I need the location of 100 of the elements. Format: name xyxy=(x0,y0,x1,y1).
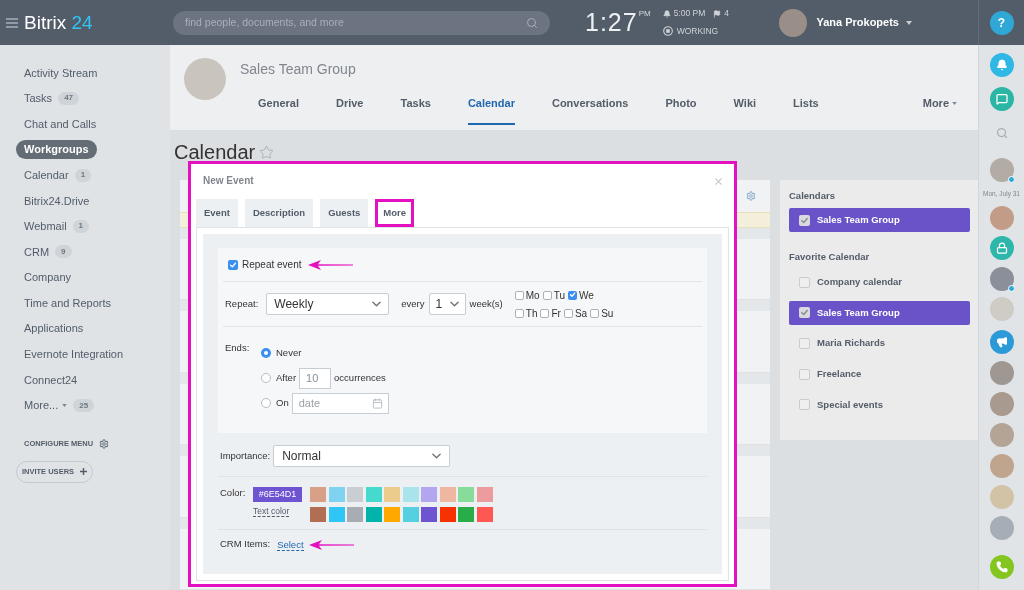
flag-icon[interactable] xyxy=(713,9,722,18)
checkbox[interactable] xyxy=(799,368,810,380)
checkbox[interactable] xyxy=(568,290,577,300)
color-swatch-icon[interactable] xyxy=(476,487,493,502)
checkbox[interactable] xyxy=(540,308,550,318)
bell-icon[interactable] xyxy=(989,53,1014,77)
avatar[interactable] xyxy=(989,423,1014,447)
search-icon[interactable] xyxy=(995,127,1008,139)
avatar[interactable] xyxy=(989,361,1014,385)
occurrences-input[interactable]: 10 xyxy=(299,367,332,389)
search-icon[interactable] xyxy=(526,16,538,29)
checkbox[interactable] xyxy=(799,337,810,349)
color-swatch-icon[interactable] xyxy=(365,487,382,502)
color-swatch-icon[interactable] xyxy=(347,507,363,522)
calendar-item[interactable]: Freelance xyxy=(789,362,970,387)
sidebar-item[interactable]: Webmail xyxy=(16,216,75,236)
sidebar-item[interactable]: Tasks xyxy=(16,88,61,108)
radio-button[interactable] xyxy=(261,398,271,408)
color-swatch-icon[interactable] xyxy=(458,507,474,522)
radio-button[interactable] xyxy=(261,373,271,383)
group-tab[interactable]: More xyxy=(922,95,957,125)
megaphone-icon[interactable] xyxy=(989,330,1014,354)
interval-select[interactable]: 1 xyxy=(428,293,466,315)
chat-icon[interactable] xyxy=(989,87,1014,111)
sidebar-item[interactable]: Evernote Integration xyxy=(16,344,132,364)
menu-icon[interactable] xyxy=(6,17,18,28)
sidebar-item[interactable]: Workgroups xyxy=(16,140,97,160)
checkbox[interactable] xyxy=(542,290,552,300)
settings-icon[interactable] xyxy=(99,438,110,449)
settings-icon[interactable] xyxy=(746,191,756,201)
avatar[interactable] xyxy=(989,158,1014,182)
color-swatch-icon[interactable] xyxy=(384,507,400,522)
group-tab[interactable]: Calendar xyxy=(467,95,515,125)
frequency-select[interactable]: Weekly xyxy=(266,293,390,315)
checkbox[interactable] xyxy=(590,308,600,318)
user-avatar[interactable] xyxy=(779,8,808,37)
color-swatch-icon[interactable] xyxy=(421,487,437,502)
calendar-icon[interactable] xyxy=(371,397,383,409)
sidebar-item[interactable]: Connect24 xyxy=(16,370,86,390)
calendar-item[interactable]: Maria Richards xyxy=(789,331,970,356)
caret-icon[interactable] xyxy=(62,404,68,407)
avatar[interactable] xyxy=(989,454,1014,478)
text-color-link[interactable]: Text color xyxy=(253,506,290,517)
caret-icon[interactable] xyxy=(952,102,957,105)
color-swatch-icon[interactable] xyxy=(476,507,493,522)
sidebar-item[interactable]: Calendar xyxy=(16,165,77,185)
sidebar-item[interactable]: Activity Stream xyxy=(16,63,106,83)
importance-select[interactable]: Normal xyxy=(273,445,451,467)
calendar-item[interactable]: Special events xyxy=(789,392,970,417)
sidebar-item[interactable]: Bitrix24.Drive xyxy=(16,191,98,211)
calendar-item[interactable]: Company calendar xyxy=(789,270,970,294)
color-swatch-icon[interactable] xyxy=(365,507,382,522)
sidebar-item[interactable]: Time and Reports xyxy=(16,293,120,313)
radio-button[interactable] xyxy=(261,348,271,358)
caret-icon[interactable] xyxy=(906,20,912,25)
work-status-icon[interactable] xyxy=(662,26,673,37)
color-swatch-icon[interactable] xyxy=(402,487,419,502)
select-link[interactable]: Select xyxy=(277,538,304,551)
group-tab[interactable]: Conversations xyxy=(551,95,629,125)
checkbox[interactable] xyxy=(514,308,524,318)
work-status[interactable]: WORKING xyxy=(676,25,719,38)
checkbox[interactable] xyxy=(228,259,238,270)
dialog-tab[interactable]: Description xyxy=(244,199,314,227)
avatar[interactable] xyxy=(989,516,1014,540)
group-tab[interactable]: Lists xyxy=(793,95,819,125)
checkbox[interactable] xyxy=(514,290,524,300)
lock-icon[interactable] xyxy=(989,236,1014,260)
color-swatch-icon[interactable] xyxy=(384,487,400,502)
avatar[interactable] xyxy=(989,485,1014,509)
sidebar-item[interactable]: Chat and Calls xyxy=(16,114,105,134)
sidebar-item[interactable]: Company xyxy=(16,268,80,288)
bell-icon[interactable] xyxy=(662,9,671,18)
close-icon[interactable] xyxy=(715,177,722,185)
color-swatch-icon[interactable] xyxy=(439,507,456,522)
group-tab[interactable]: General xyxy=(258,95,299,125)
checkbox[interactable] xyxy=(799,214,810,226)
checkbox[interactable] xyxy=(799,307,810,319)
avatar[interactable] xyxy=(989,392,1014,416)
color-swatch-icon[interactable] xyxy=(328,487,345,502)
avatar[interactable] xyxy=(989,267,1014,291)
star-icon[interactable] xyxy=(259,144,275,160)
sidebar-item[interactable]: CRM xyxy=(16,242,58,262)
color-swatch-icon[interactable] xyxy=(421,507,437,522)
sidebar-item[interactable]: Applications xyxy=(16,319,92,339)
group-tab[interactable]: Tasks xyxy=(400,95,431,125)
color-swatch-icon[interactable] xyxy=(310,507,326,522)
reminder-time[interactable]: 5:00 PM xyxy=(673,7,706,20)
color-swatch-icon[interactable] xyxy=(347,487,363,502)
color-swatch-icon[interactable] xyxy=(328,507,345,522)
avatar[interactable] xyxy=(989,206,1014,230)
dialog-tab[interactable]: Event xyxy=(196,199,238,227)
dialog-tab[interactable]: More xyxy=(375,199,415,227)
group-tab[interactable]: Drive xyxy=(335,95,364,125)
checkbox[interactable] xyxy=(563,308,573,318)
checkbox[interactable] xyxy=(799,399,810,411)
checkbox[interactable] xyxy=(799,276,810,288)
group-tab[interactable]: Wiki xyxy=(733,95,757,125)
selected-color-field[interactable]: #6E54D1 xyxy=(253,487,302,502)
color-swatch-icon[interactable] xyxy=(458,487,474,502)
avatar[interactable] xyxy=(989,297,1014,321)
